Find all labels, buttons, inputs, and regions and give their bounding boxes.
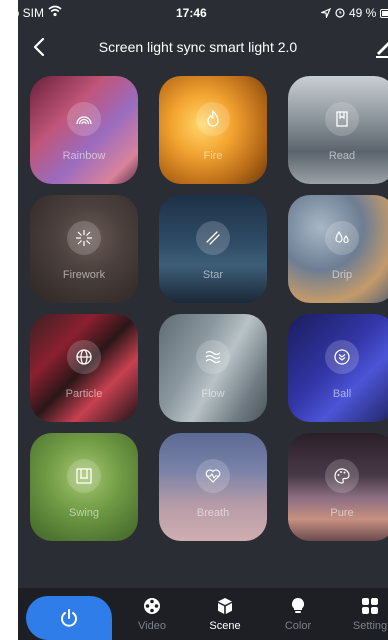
scene-tile-star[interactable]: Star <box>159 195 267 303</box>
app-screen: No SIM 17:46 49 % Screen light sync smar… <box>18 0 388 640</box>
scene-tile-fire[interactable]: Fire <box>159 76 267 184</box>
scene-label: Breath <box>196 507 230 519</box>
grid-icon <box>362 598 378 614</box>
cube-icon <box>218 598 232 614</box>
tab-bar: Video Scene Color Setting <box>18 588 388 640</box>
scene-label: Firework <box>62 269 106 281</box>
wifi-icon <box>48 5 62 17</box>
tab-label: Color <box>284 620 312 632</box>
scene-label: Pure <box>330 507 354 519</box>
scene-label: Flow <box>201 388 225 400</box>
scene-tile-ball[interactable]: Ball <box>288 314 388 422</box>
globe-icon <box>67 340 101 374</box>
star-streak-icon <box>196 221 230 255</box>
scene-tile-rainbow[interactable]: Rainbow <box>30 76 138 184</box>
heart-pulse-icon <box>196 459 230 493</box>
scene-label: Rainbow <box>62 150 106 162</box>
scene-tile-read[interactable]: Read <box>288 76 388 184</box>
battery-percent: 49 % <box>349 6 377 20</box>
status-bar: No SIM 17:46 49 % <box>18 0 388 24</box>
scene-tile-flow[interactable]: Flow <box>159 314 267 422</box>
scene-label: Fire <box>203 150 223 162</box>
scene-tile-swing[interactable]: Swing <box>30 433 138 541</box>
scene-tile-drip[interactable]: Drip <box>288 195 388 303</box>
book-icon <box>325 102 359 136</box>
drops-icon <box>325 221 359 255</box>
battery-icon <box>380 8 388 18</box>
rainbow-icon <box>67 102 101 136</box>
clock: 17:46 <box>176 6 207 20</box>
scene-label: Read <box>328 150 356 162</box>
location-arrow-icon <box>321 8 331 18</box>
film-reel-icon <box>144 598 160 614</box>
edit-icon[interactable] <box>374 38 388 58</box>
scene-tile-pure[interactable]: Pure <box>288 433 388 541</box>
scene-tile-breath[interactable]: Breath <box>159 433 267 541</box>
page-title: Screen light sync smart light 2.0 <box>98 39 298 55</box>
tab-label: Setting <box>352 620 388 632</box>
scene-label: Particle <box>65 388 103 400</box>
alarm-icon <box>335 8 345 18</box>
scene-tile-particle[interactable]: Particle <box>30 314 138 422</box>
carrier-label: No SIM <box>18 6 45 20</box>
power-button[interactable] <box>26 596 112 640</box>
nav-bar: Screen light sync smart light 2.0 <box>18 26 388 70</box>
tab-setting[interactable]: Setting <box>342 596 388 640</box>
scene-tile-firework[interactable]: Firework <box>30 195 138 303</box>
chevrons-down-circle-icon <box>325 340 359 374</box>
firework-icon <box>67 221 101 255</box>
palette-icon <box>325 459 359 493</box>
waves-icon <box>196 340 230 374</box>
flame-icon <box>196 102 230 136</box>
scene-label: Swing <box>69 507 99 519</box>
scene-label: Ball <box>332 388 352 400</box>
tab-label: Video <box>138 620 166 632</box>
tab-video[interactable]: Video <box>124 596 180 640</box>
bulb-icon <box>291 597 305 613</box>
swing-icon <box>67 459 101 493</box>
status-right: 49 % <box>321 6 388 20</box>
tab-color[interactable]: Color <box>270 596 326 640</box>
tab-label: Scene <box>209 620 241 632</box>
scene-label: Star <box>202 269 224 281</box>
tab-scene[interactable]: Scene <box>197 596 253 640</box>
scene-label: Drip <box>331 269 353 281</box>
power-icon <box>61 609 77 627</box>
